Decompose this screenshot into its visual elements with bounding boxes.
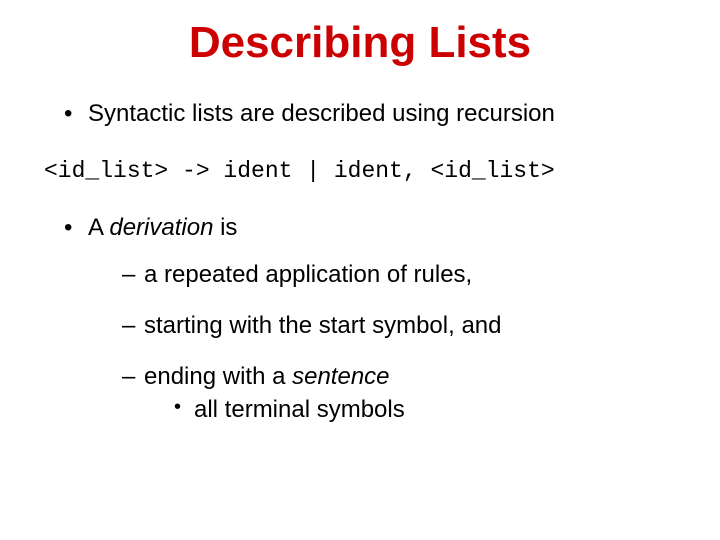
text-fragment: ending with a — [144, 363, 292, 390]
top-bullet-list: Syntactic lists are described using recu… — [60, 98, 680, 130]
slide-title: Describing Lists — [40, 18, 680, 68]
sub-bullet-start-symbol: starting with the start symbol, and — [122, 310, 680, 341]
sub-bullet-repeated: a repeated application of rules, — [122, 259, 680, 290]
bullet-derivation: A derivation is a repeated application o… — [60, 212, 680, 425]
top-bullet-list-2: A derivation is a repeated application o… — [60, 212, 680, 425]
emphasis-derivation: derivation — [109, 214, 213, 241]
grammar-rule: <id_list> -> ident | ident, <id_list> — [44, 158, 680, 184]
subsub-bullet-terminal: all terminal symbols — [174, 394, 680, 425]
text-fragment: is — [213, 214, 237, 241]
slide: Describing Lists Syntactic lists are des… — [0, 0, 720, 540]
sub-bullet-list: a repeated application of rules, startin… — [122, 259, 680, 426]
bullet-syntactic-lists: Syntactic lists are described using recu… — [60, 98, 680, 130]
text-fragment: A — [88, 214, 109, 241]
sub-bullet-sentence: ending with a sentence all terminal symb… — [122, 361, 680, 425]
emphasis-sentence: sentence — [292, 363, 389, 390]
subsub-bullet-list: all terminal symbols — [174, 394, 680, 425]
